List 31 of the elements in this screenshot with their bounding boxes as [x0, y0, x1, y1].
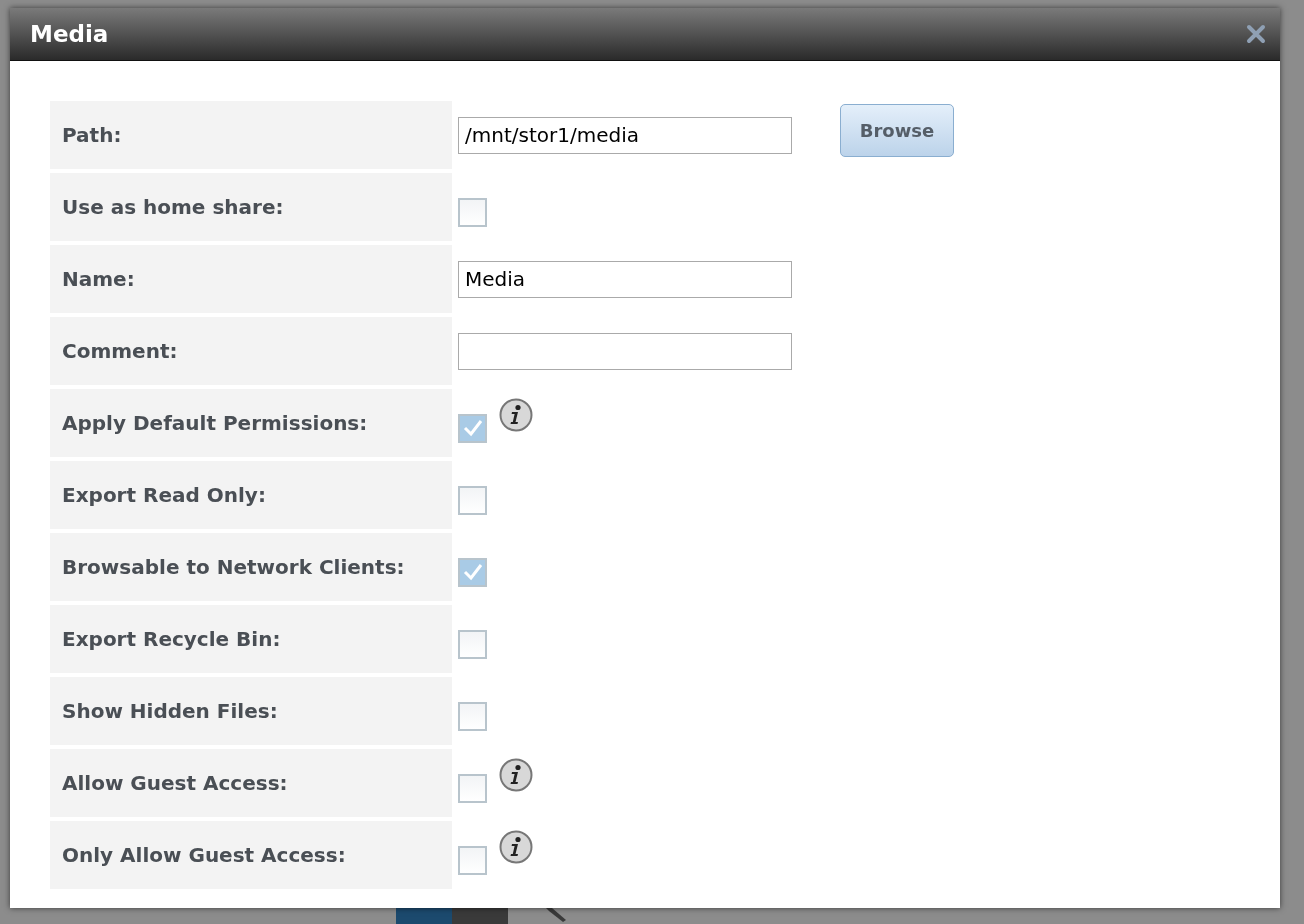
field-label: Only Allow Guest Access: — [50, 821, 452, 889]
check-icon — [462, 419, 483, 437]
checkbox[interactable] — [458, 629, 487, 659]
field-label: Apply Default Permissions: — [50, 389, 452, 457]
field-label: Browsable to Network Clients: — [50, 533, 452, 601]
checkbox[interactable] — [458, 197, 487, 227]
field-label: Comment: — [50, 317, 452, 385]
text-field[interactable]: Media — [458, 260, 792, 298]
checkbox[interactable] — [458, 557, 487, 587]
text-field[interactable]: /mnt/stor1/media — [458, 116, 792, 154]
dialog-title: Media — [30, 21, 109, 47]
field-label: Use as home share: — [50, 173, 452, 241]
text-field[interactable] — [458, 332, 792, 370]
browse-button[interactable]: Browse — [840, 103, 954, 157]
checkbox[interactable] — [458, 773, 487, 803]
info-icon[interactable] — [499, 758, 533, 792]
check-icon — [462, 563, 483, 581]
info-icon[interactable] — [499, 830, 533, 864]
field-label: Name: — [50, 245, 452, 313]
field-label: Export Read Only: — [50, 461, 452, 529]
field-label: Show Hidden Files: — [50, 677, 452, 745]
checkbox[interactable] — [458, 485, 487, 515]
field-label: Path: — [50, 101, 452, 169]
field-label: Export Recycle Bin: — [50, 605, 452, 673]
checkbox[interactable] — [458, 413, 487, 443]
checkbox[interactable] — [458, 701, 487, 731]
field-label: Allow Guest Access: — [50, 749, 452, 817]
info-icon[interactable] — [499, 398, 533, 432]
checkbox[interactable] — [458, 845, 487, 875]
close-icon[interactable] — [1246, 24, 1266, 44]
toggle-switch[interactable] — [396, 908, 508, 924]
